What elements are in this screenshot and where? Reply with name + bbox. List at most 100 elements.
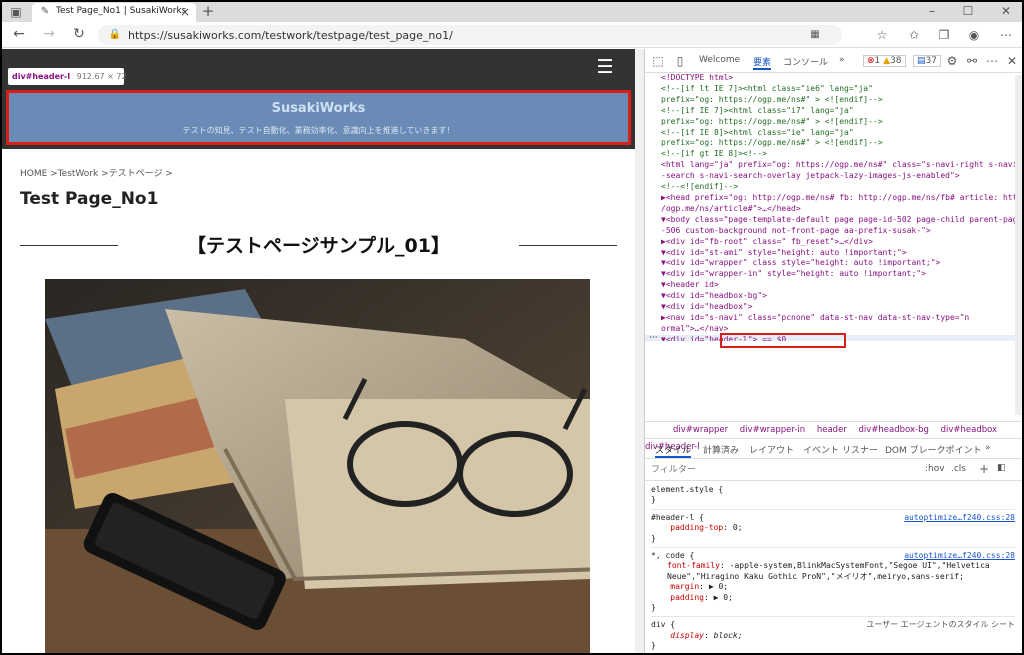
- close-tab-icon[interactable]: ×: [178, 4, 192, 20]
- dom-line[interactable]: ▼<div id="wrapper" class style="height: …: [645, 258, 1015, 269]
- customize-icon[interactable]: ⚯: [965, 53, 979, 69]
- maximize-icon[interactable]: ☐: [958, 3, 978, 19]
- dom-line[interactable]: prefix="og: https://ogp.me/ns#" > <![end…: [645, 95, 1015, 106]
- dom-line[interactable]: ▶<nav id="s-navi" class="pcnone" data-st…: [645, 313, 1015, 324]
- warning-count: 38: [890, 56, 902, 66]
- devtools-panel: ⬚ ▯ Welcome 要素 コンソール » ⊗1 ▲38 ▤37 ⚙ ⚯ ⋯ …: [644, 49, 1022, 653]
- header-l-highlight[interactable]: SusakiWorks テストの知見、テスト自動化、業務効率化、意識向上を推進し…: [6, 90, 631, 145]
- favorite-icon[interactable]: ☆: [874, 27, 890, 43]
- crumb-headbox-bg[interactable]: div#headbox-bg: [859, 425, 929, 435]
- refresh-icon[interactable]: ↻: [70, 26, 88, 42]
- section-heading: 【テストページサンプル_01】: [187, 235, 450, 257]
- error-badge[interactable]: ⊗1 ▲38: [863, 55, 906, 67]
- add-rule-icon[interactable]: +: [979, 462, 989, 476]
- sidebar-toggle-icon[interactable]: ◧: [997, 463, 1006, 473]
- subtab-layout[interactable]: レイアウト: [749, 443, 794, 456]
- error-count: 1: [874, 56, 881, 66]
- subtab-dom-breakpoints[interactable]: DOM ブレークポイント: [885, 443, 982, 456]
- tooltip-size: 912.67 × 72: [76, 72, 127, 81]
- dom-line[interactable]: ▼<div id="wrapper-in" style="height: aut…: [645, 269, 1015, 280]
- collections-icon[interactable]: ❐: [936, 27, 952, 43]
- hero-image: [45, 279, 590, 653]
- rule-source-3: ユーザー エージェントのスタイル シート: [866, 620, 1015, 630]
- more-tabs-icon[interactable]: »: [839, 55, 845, 65]
- issues-badge[interactable]: ▤37: [913, 55, 941, 67]
- minimize-icon[interactable]: –: [922, 3, 942, 19]
- settings-icon[interactable]: ⚙: [945, 53, 959, 69]
- header-l-rule[interactable]: autoptimize…f240.css:28 #header-l { padd…: [651, 513, 1015, 544]
- page-scrollbar[interactable]: [635, 49, 644, 653]
- styles-filter-bar: :hov .cls + ◧: [645, 459, 1022, 481]
- dom-line[interactable]: <!--[if lt IE 7]><html class="ie6" lang=…: [645, 84, 1015, 95]
- subtab-computed[interactable]: 計算済み: [703, 443, 739, 456]
- inspect-icon[interactable]: ⬚: [651, 53, 665, 69]
- dom-line[interactable]: prefix="og: https://ogp.me/ns#" > <![end…: [645, 138, 1015, 149]
- dom-tree[interactable]: <!DOCTYPE html> <!--[if lt IE 7]><html cl…: [645, 73, 1015, 341]
- books-glasses-image: [45, 279, 590, 653]
- inspect-tooltip: div#header-l 912.67 × 72: [8, 68, 127, 85]
- hov-toggle[interactable]: :hov: [925, 464, 945, 474]
- breadcrumb[interactable]: HOME >TestWork >テストページ >: [20, 166, 173, 179]
- read-aloud-icon[interactable]: ▦: [808, 27, 822, 43]
- tab-actions-icon[interactable]: ▣: [8, 4, 24, 20]
- div-ua-rule[interactable]: ユーザー エージェントのスタイル シート div { display: bloc…: [651, 620, 1015, 651]
- tab-welcome[interactable]: Welcome: [699, 55, 740, 65]
- issues-count: 37: [925, 56, 937, 66]
- site-name[interactable]: SusakiWorks: [9, 101, 628, 116]
- dom-line[interactable]: <!--<![endif]-->: [645, 182, 1015, 193]
- crumb-headbox[interactable]: div#headbox: [941, 425, 998, 435]
- devtools-close-icon[interactable]: ✕: [1005, 53, 1019, 69]
- dom-ellipsis[interactable]: ···: [649, 333, 658, 343]
- styles-pane: element.style {} autoptimize…f240.css:28…: [651, 485, 1015, 652]
- more-icon[interactable]: ⋯: [998, 27, 1014, 43]
- profile-icon[interactable]: ◉: [966, 27, 982, 43]
- styles-filter-input[interactable]: [651, 462, 911, 478]
- dom-line[interactable]: ▼<div id="st-ami" style="height: auto !i…: [645, 248, 1015, 259]
- rule-source-2[interactable]: autoptimize…f240.css:28: [904, 551, 1015, 561]
- devtools-more-icon[interactable]: ⋯: [985, 53, 999, 69]
- dom-line[interactable]: -506 custom-background not-front-page aa…: [645, 226, 1015, 237]
- back-icon[interactable]: ←: [10, 26, 28, 42]
- cls-toggle[interactable]: .cls: [951, 464, 966, 474]
- dom-line[interactable]: ▼<div id="headbox-bg">: [645, 291, 1015, 302]
- subtab-event-listeners[interactable]: イベント リスナー: [803, 443, 878, 456]
- hamburger-icon[interactable]: ☰: [595, 58, 615, 77]
- element-style-rule[interactable]: element.style {}: [651, 485, 1015, 506]
- dom-line[interactable]: ▼<header id>: [645, 280, 1015, 291]
- devtools-tabbar: ⬚ ▯ Welcome 要素 コンソール » ⊗1 ▲38 ▤37 ⚙ ⚯ ⋯ …: [645, 49, 1022, 73]
- subtab-more-icon[interactable]: »: [985, 443, 991, 453]
- crumb-header[interactable]: header: [817, 425, 847, 435]
- dom-line[interactable]: ▶<head prefix="og: http://ogp.me/ns# fb:…: [645, 193, 1015, 204]
- rule-source-1[interactable]: autoptimize…f240.css:28: [904, 513, 1015, 523]
- tab-elements[interactable]: 要素: [753, 55, 772, 70]
- dom-line[interactable]: prefix="og: https://ogp.me/ns#" > <![end…: [645, 117, 1015, 128]
- dom-line[interactable]: <html lang="ja" prefix="og: https://ogp.…: [645, 160, 1015, 171]
- tab-active[interactable]: ✎ Test Page_No1 | SusakiWorks ×: [32, 3, 196, 22]
- device-icon[interactable]: ▯: [673, 53, 687, 69]
- crumb-wrapper-in[interactable]: div#wrapper-in: [740, 425, 805, 435]
- dom-line[interactable]: ▶<div id="fb-root" class=" fb_reset">…</…: [645, 237, 1015, 248]
- dom-line[interactable]: ▼<div id="headbox">: [645, 302, 1015, 313]
- browser-window: ▣ ✎ Test Page_No1 | SusakiWorks × + – ☐ …: [2, 2, 1022, 653]
- lock-icon[interactable]: 🔒: [108, 27, 122, 43]
- dom-line[interactable]: <!--[if IE 7]><html class="i7" lang="ja": [645, 106, 1015, 117]
- url-text: https://susakiworks.com/testwork/testpag…: [128, 29, 453, 42]
- tab-console[interactable]: コンソール: [783, 55, 828, 68]
- dom-line[interactable]: <!--[if gt IE 8]><!-->: [645, 149, 1015, 160]
- forward-icon[interactable]: →: [40, 26, 58, 42]
- subtab-styles[interactable]: スタイル: [655, 443, 692, 458]
- dom-line[interactable]: ▼<body class="page-template-default page…: [645, 215, 1015, 226]
- url-field[interactable]: 🔒 https://susakiworks.com/testwork/testp…: [98, 25, 842, 45]
- web-page: ☰ div#header-l 912.67 × 72 SusakiWorks テ…: [2, 49, 635, 653]
- crumb-wrapper[interactable]: div#wrapper: [673, 425, 728, 435]
- dom-line[interactable]: <!DOCTYPE html>: [645, 73, 1015, 84]
- dom-line[interactable]: -search s-navi-search-overlay jetpack-la…: [645, 171, 1015, 182]
- dom-line[interactable]: /ogp.me/ns/article#">…</head>: [645, 204, 1015, 215]
- close-window-icon[interactable]: ✕: [996, 3, 1016, 19]
- favorites-icon[interactable]: ✩: [906, 27, 922, 43]
- dom-line[interactable]: <!--[if IE 8]><html class="ie" lang="ja": [645, 128, 1015, 139]
- dom-scrollbar[interactable]: [1015, 75, 1022, 415]
- universal-rule[interactable]: autoptimize…f240.css:28 *, code { font-f…: [651, 551, 1015, 613]
- new-tab-icon[interactable]: +: [200, 3, 216, 19]
- styles-subtabs: スタイル 計算済み レイアウト イベント リスナー DOM ブレークポイント »: [645, 439, 1022, 459]
